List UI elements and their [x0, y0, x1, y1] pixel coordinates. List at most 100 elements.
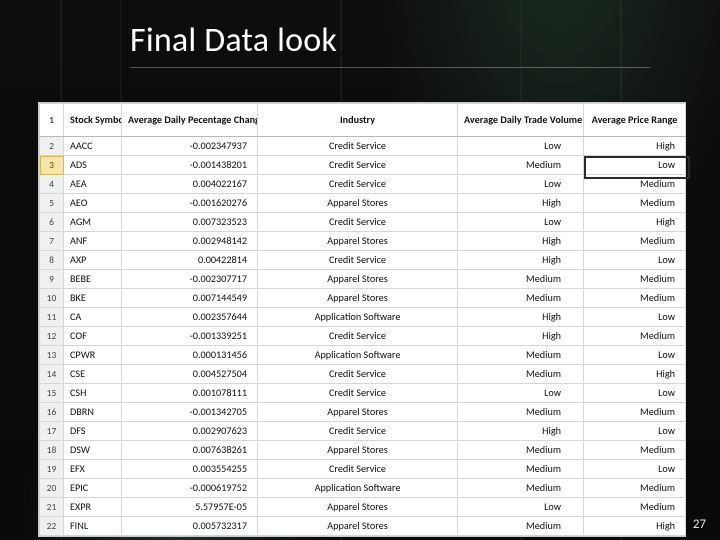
row-number[interactable]: 17 — [40, 422, 64, 441]
row-number[interactable]: 11 — [40, 308, 64, 327]
cell-pctchange[interactable]: -0.002307717 — [122, 270, 258, 289]
cell-symbol[interactable]: CSE — [64, 365, 122, 384]
cell-pctchange[interactable]: 0.005732317 — [122, 517, 258, 536]
table-row[interactable]: 17DFS0.002907623Credit ServiceHighLow — [40, 422, 686, 441]
table-row[interactable]: 18DSW0.007638261Apparel StoresMediumMedi… — [40, 441, 686, 460]
cell-volume[interactable]: Medium — [458, 156, 584, 175]
cell-pctchange[interactable]: 0.002948142 — [122, 232, 258, 251]
cell-range[interactable]: Low — [584, 460, 686, 479]
cell-range[interactable]: Medium — [584, 327, 686, 346]
cell-volume[interactable]: High — [458, 194, 584, 213]
cell-volume[interactable]: Medium — [458, 289, 584, 308]
cell-industry[interactable]: Credit Service — [258, 384, 458, 403]
cell-volume[interactable]: Low — [458, 498, 584, 517]
table-row[interactable]: 12COF-0.001339251Credit ServiceHighMediu… — [40, 327, 686, 346]
cell-symbol[interactable]: AEA — [64, 175, 122, 194]
cell-volume[interactable]: High — [458, 327, 584, 346]
cell-volume[interactable]: Medium — [458, 403, 584, 422]
cell-industry[interactable]: Application Software — [258, 346, 458, 365]
cell-industry[interactable]: Credit Service — [258, 327, 458, 346]
cell-industry[interactable]: Credit Service — [258, 213, 458, 232]
cell-range[interactable]: Medium — [584, 289, 686, 308]
col-header-industry[interactable]: Industry — [258, 104, 458, 137]
table-row[interactable]: 2AACC-0.002347937Credit ServiceLowHigh — [40, 137, 686, 156]
table-row[interactable]: 21EXPR5.57957E-05Apparel StoresLowMedium — [40, 498, 686, 517]
cell-industry[interactable]: Apparel Stores — [258, 270, 458, 289]
cell-volume[interactable]: Low — [458, 384, 584, 403]
cell-industry[interactable]: Credit Service — [258, 422, 458, 441]
cell-volume[interactable]: Medium — [458, 479, 584, 498]
cell-pctchange[interactable]: -0.000619752 — [122, 479, 258, 498]
cell-pctchange[interactable]: 0.000131456 — [122, 346, 258, 365]
cell-range[interactable]: Low — [584, 384, 686, 403]
cell-volume[interactable]: Medium — [458, 517, 584, 536]
cell-volume[interactable]: Medium — [458, 441, 584, 460]
cell-industry[interactable]: Credit Service — [258, 251, 458, 270]
table-row[interactable]: 6AGM0.007323523Credit ServiceLowHigh — [40, 213, 686, 232]
row-number[interactable]: 19 — [40, 460, 64, 479]
cell-symbol[interactable]: CPWR — [64, 346, 122, 365]
cell-industry[interactable]: Credit Service — [258, 175, 458, 194]
cell-industry[interactable]: Apparel Stores — [258, 232, 458, 251]
cell-volume[interactable]: High — [458, 251, 584, 270]
table-row[interactable]: 14CSE0.004527504Credit ServiceMediumHigh — [40, 365, 686, 384]
cell-symbol[interactable]: BEBE — [64, 270, 122, 289]
col-header-symbol[interactable]: Stock Symbol — [64, 104, 122, 137]
col-header-volume[interactable]: Average Daily Trade Volume — [458, 104, 584, 137]
cell-range[interactable]: Medium — [584, 270, 686, 289]
row-number[interactable]: 8 — [40, 251, 64, 270]
table-row[interactable]: 13CPWR0.000131456Application SoftwareMed… — [40, 346, 686, 365]
table-row[interactable]: 16DBRN-0.001342705Apparel StoresMediumMe… — [40, 403, 686, 422]
cell-pctchange[interactable]: 0.007638261 — [122, 441, 258, 460]
cell-symbol[interactable]: EPIC — [64, 479, 122, 498]
cell-symbol[interactable]: DBRN — [64, 403, 122, 422]
cell-industry[interactable]: Apparel Stores — [258, 289, 458, 308]
cell-symbol[interactable]: EXPR — [64, 498, 122, 517]
table-row[interactable]: 3ADS-0.001438201Credit ServiceMediumLow — [40, 156, 686, 175]
row-number[interactable]: 12 — [40, 327, 64, 346]
cell-range[interactable]: High — [584, 213, 686, 232]
cell-pctchange[interactable]: 0.002907623 — [122, 422, 258, 441]
table-row[interactable]: 11CA0.002357644Application SoftwareHighL… — [40, 308, 686, 327]
cell-volume[interactable]: Medium — [458, 270, 584, 289]
cell-range[interactable]: High — [584, 365, 686, 384]
row-number[interactable]: 21 — [40, 498, 64, 517]
cell-range[interactable]: Medium — [584, 194, 686, 213]
cell-range[interactable]: Low — [584, 251, 686, 270]
col-header-pctchange[interactable]: Average Daily Pecentage Change — [122, 104, 258, 137]
cell-range[interactable]: High — [584, 517, 686, 536]
cell-symbol[interactable]: AACC — [64, 137, 122, 156]
cell-range[interactable]: Medium — [584, 441, 686, 460]
row-number[interactable]: 5 — [40, 194, 64, 213]
cell-range[interactable]: Low — [584, 346, 686, 365]
table-row[interactable]: 8AXP0.00422814Credit ServiceHighLow — [40, 251, 686, 270]
cell-volume[interactable]: High — [458, 232, 584, 251]
cell-industry[interactable]: Credit Service — [258, 460, 458, 479]
row-number[interactable]: 6 — [40, 213, 64, 232]
table-row[interactable]: 10BKE0.007144549Apparel StoresMediumMedi… — [40, 289, 686, 308]
cell-industry[interactable]: Credit Service — [258, 365, 458, 384]
cell-volume[interactable]: High — [458, 422, 584, 441]
table-row[interactable]: 7ANF0.002948142Apparel StoresHighMedium — [40, 232, 686, 251]
cell-pctchange[interactable]: 0.001078111 — [122, 384, 258, 403]
col-header-range[interactable]: Average Price Range — [584, 104, 686, 137]
cell-symbol[interactable]: AEO — [64, 194, 122, 213]
cell-pctchange[interactable]: -0.002347937 — [122, 137, 258, 156]
cell-symbol[interactable]: ANF — [64, 232, 122, 251]
cell-pctchange[interactable]: 0.003554255 — [122, 460, 258, 479]
cell-pctchange[interactable]: 0.007144549 — [122, 289, 258, 308]
row-number[interactable]: 20 — [40, 479, 64, 498]
table-row[interactable]: 22FINL0.005732317Apparel StoresMediumHig… — [40, 517, 686, 536]
cell-pctchange[interactable]: 0.007323523 — [122, 213, 258, 232]
cell-industry[interactable]: Apparel Stores — [258, 403, 458, 422]
cell-volume[interactable]: Low — [458, 175, 584, 194]
cell-pctchange[interactable]: 0.004527504 — [122, 365, 258, 384]
row-number[interactable]: 9 — [40, 270, 64, 289]
cell-range[interactable]: Medium — [584, 403, 686, 422]
cell-pctchange[interactable]: -0.001339251 — [122, 327, 258, 346]
cell-industry[interactable]: Apparel Stores — [258, 498, 458, 517]
cell-industry[interactable]: Application Software — [258, 479, 458, 498]
cell-range[interactable]: High — [584, 137, 686, 156]
row-number[interactable]: 7 — [40, 232, 64, 251]
table-row[interactable]: 4AEA0.004022167Credit ServiceLowMedium — [40, 175, 686, 194]
